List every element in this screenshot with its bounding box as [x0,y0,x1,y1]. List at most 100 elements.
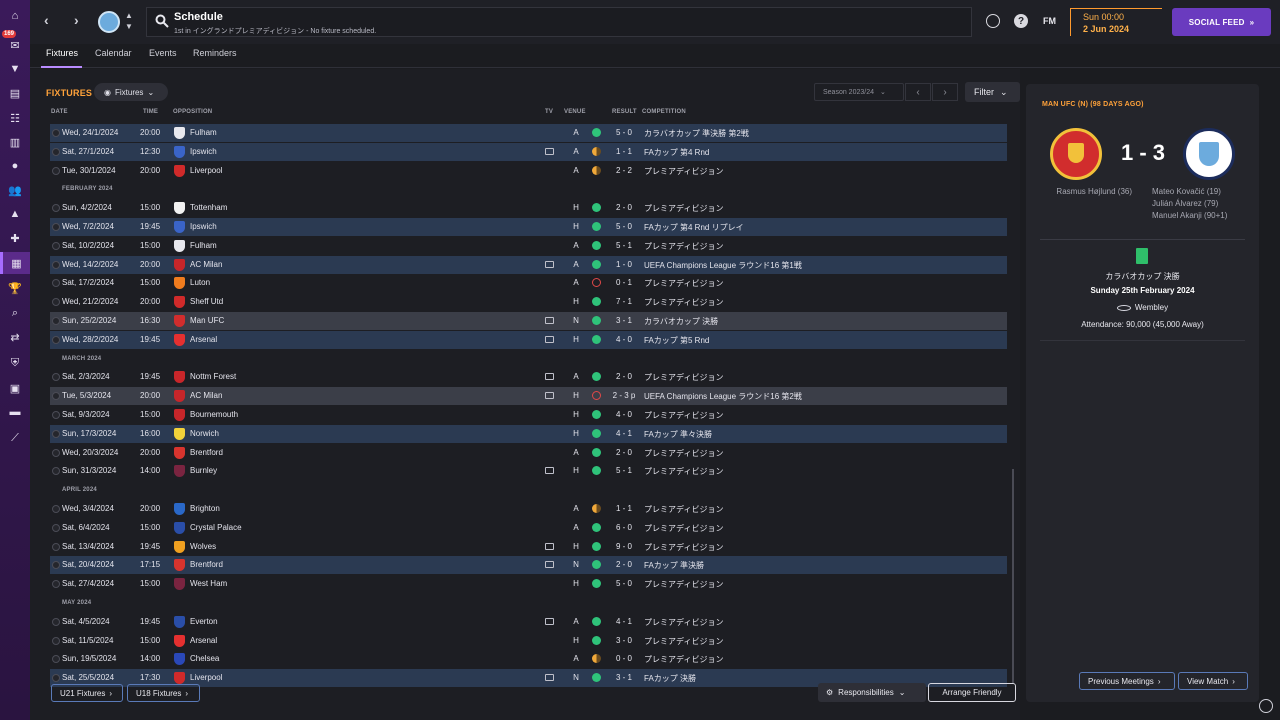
dynamics-icon[interactable]: ▲ [7,206,23,222]
training-icon[interactable]: ● [7,158,23,174]
view-match-button[interactable]: View Match › [1178,672,1248,690]
fixture-score[interactable]: 1 - 1 [608,504,640,513]
col-result[interactable]: RESULT [612,109,637,115]
fixture-competition[interactable]: プレミアディビジョン [644,203,723,214]
fixture-row[interactable]: Wed, 28/2/2024 19:45 Arsenal H 4 - 0 FAカップ 第5… [50,330,1007,349]
fixture-competition[interactable]: FAカップ 決勝 [644,673,696,684]
tab-events[interactable]: Events [149,48,177,58]
fixture-competition[interactable]: プレミアディビジョン [644,410,723,421]
fixture-row[interactable]: Sun, 31/3/2024 14:00 Burnley H 5 - 1 プレミアディビジ… [50,462,1007,480]
fixture-competition[interactable]: FAカップ 準決勝 [644,560,704,571]
fixture-row[interactable]: Sat, 9/3/2024 15:00 Bournemouth H 4 - 0 プレミアデ… [50,406,1007,424]
clipboard-icon[interactable]: ▤ [7,85,23,101]
fixture-opponent[interactable]: Everton [190,617,218,626]
fixture-score[interactable]: 0 - 1 [608,278,640,287]
help-icon[interactable]: ? [1014,14,1028,28]
fixture-score[interactable]: 0 - 0 [608,654,640,663]
fixture-competition[interactable]: プレミアディビジョン [644,466,723,477]
fixture-opponent[interactable]: Arsenal [190,335,217,344]
fixture-score[interactable]: 2 - 0 [608,203,640,212]
data-hub-icon[interactable]: ▥ [7,134,23,150]
forward-arrow-icon[interactable]: › [74,12,79,28]
search-box[interactable]: Schedule 1st in イングランドプレミアディビジョン - No fi… [146,7,972,37]
fixture-score[interactable]: 2 - 3 p [608,391,640,400]
fixture-opponent[interactable]: Wolves [190,542,216,551]
fixture-competition[interactable]: FAカップ 第4 Rnd リプレイ [644,222,744,233]
fixture-row[interactable]: Sat, 2/3/2024 19:45 Nottm Forest A 2 - 0 プレミア… [50,368,1007,386]
fixture-row[interactable]: Sat, 17/2/2024 15:00 Luton A 0 - 1 プレミアディビジョン [50,274,1007,292]
fixture-row[interactable]: Sat, 27/4/2024 15:00 West Ham H 5 - 0 プレミアディビ… [50,575,1007,593]
fixture-row[interactable]: Wed, 21/2/2024 20:00 Sheff Utd H 7 - 1 プレミアディ… [50,293,1007,311]
scouting-icon[interactable]: ⌕ [7,305,23,321]
fixture-opponent[interactable]: Liverpool [190,166,222,175]
finances-icon[interactable]: ▣ [7,380,23,396]
medical-icon[interactable]: ✚ [7,230,23,246]
row-select-radio[interactable] [52,279,60,288]
fixture-row[interactable]: Sun, 25/2/2024 16:30 Man UFC N 3 - 1 カラバオカップ … [50,312,1007,330]
u18-fixtures-button[interactable]: U18 Fixtures › [127,684,200,702]
home-icon[interactable]: ⌂ [7,8,23,24]
fixture-score[interactable]: 5 - 0 [608,222,640,231]
fixture-row[interactable]: Wed, 24/1/2024 20:00 Fulham A 5 - 0 カラバオカップ 準… [50,124,1007,142]
fixture-score[interactable]: 4 - 0 [608,335,640,344]
fixture-competition[interactable]: プレミアディビジョン [644,372,723,383]
fixture-row[interactable]: Sat, 13/4/2024 19:45 Wolves H 9 - 0 プレミアディビジョ… [50,538,1007,556]
fixture-competition[interactable]: FAカップ 第4 Rnd [644,147,709,158]
fixture-score[interactable]: 7 - 1 [608,297,640,306]
fixture-row[interactable]: Sat, 4/5/2024 19:45 Everton A 4 - 1 プレミアディビジョ… [50,613,1007,631]
row-select-radio[interactable] [52,448,60,457]
row-select-radio[interactable] [52,467,60,476]
fixture-row[interactable]: Sat, 20/4/2024 17:15 Brentford N 2 - 0 FAカップ … [50,556,1007,575]
row-select-radio[interactable] [52,505,60,513]
col-date[interactable]: DATE [51,109,68,115]
fixture-opponent[interactable]: AC Milan [190,391,222,400]
fixture-row[interactable]: Sat, 6/4/2024 15:00 Crystal Palace A 6 - 0 プレ… [50,519,1007,537]
row-select-radio[interactable] [52,523,60,532]
row-select-radio[interactable] [52,617,60,626]
fixture-score[interactable]: 1 - 1 [608,147,640,156]
row-select-radio[interactable] [52,429,60,438]
view-dropdown[interactable]: ◉ Fixtures ⌄ [94,83,168,101]
col-venue[interactable]: VENUE [564,109,586,115]
squad-shirt-icon[interactable]: ▼ [7,61,23,77]
fixture-row[interactable]: Wed, 3/4/2024 20:00 Brighton A 1 - 1 プレミアディビジ… [50,500,1007,518]
row-select-radio[interactable] [52,655,60,664]
scrollbar[interactable] [1012,469,1014,684]
fixture-opponent[interactable]: Brentford [190,560,223,569]
fixture-row[interactable]: Tue, 30/1/2024 20:00 Liverpool A 2 - 2 プレミアディ… [50,162,1007,180]
arrange-friendly-button[interactable]: Arrange Friendly [928,683,1016,702]
club-info-icon[interactable]: ⛨ [7,355,23,371]
man-ufc-crest-icon[interactable] [1050,128,1102,180]
fixture-opponent[interactable]: Brentford [190,448,223,457]
tab-calendar[interactable]: Calendar [95,48,132,58]
fixture-row[interactable]: Wed, 20/3/2024 20:00 Brentford A 2 - 0 プレミアディ… [50,444,1007,462]
fixture-score[interactable]: 3 - 1 [608,316,640,325]
row-select-radio[interactable] [52,298,60,307]
fm-logo[interactable]: FM [1043,16,1056,26]
club-crest-icon[interactable] [98,11,120,33]
fixture-opponent[interactable]: Nottm Forest [190,372,236,381]
col-tv[interactable]: TV [545,109,553,115]
fixture-row[interactable]: Wed, 14/2/2024 20:00 AC Milan A 1 - 0 UEFA Ch… [50,255,1007,274]
club-switch-chevrons-icon[interactable]: ▲ ▼ [125,10,133,32]
row-select-radio[interactable] [52,580,60,589]
fixture-score[interactable]: 2 - 0 [608,448,640,457]
man-city-crest-icon[interactable] [1183,128,1235,180]
fixture-competition[interactable]: FAカップ 準々決勝 [644,429,712,440]
fixture-opponent[interactable]: Man UFC [190,316,224,325]
fixture-opponent[interactable]: Fulham [190,128,217,137]
back-arrow-icon[interactable]: ‹ [44,12,49,28]
fixture-row[interactable]: Sat, 11/5/2024 15:00 Arsenal H 3 - 0 プレミアディビジ… [50,632,1007,650]
trophy-icon[interactable] [986,14,1000,28]
previous-meetings-button[interactable]: Previous Meetings › [1079,672,1175,690]
row-select-radio[interactable] [52,223,60,231]
fixture-row[interactable]: Sun, 17/3/2024 16:00 Norwich H 4 - 1 FAカップ 準々… [50,424,1007,443]
row-select-radio[interactable] [52,317,60,325]
fixture-competition[interactable]: カラバオカップ 決勝 [644,316,718,327]
fixture-score[interactable]: 6 - 0 [608,523,640,532]
fixture-competition[interactable]: プレミアディビジョン [644,636,723,647]
fixture-opponent[interactable]: Ipswich [190,222,217,231]
fixture-score[interactable]: 4 - 1 [608,617,640,626]
fixture-row[interactable]: Sat, 10/2/2024 15:00 Fulham A 5 - 1 プレミアディビジョ… [50,237,1007,255]
row-select-radio[interactable] [52,147,60,156]
